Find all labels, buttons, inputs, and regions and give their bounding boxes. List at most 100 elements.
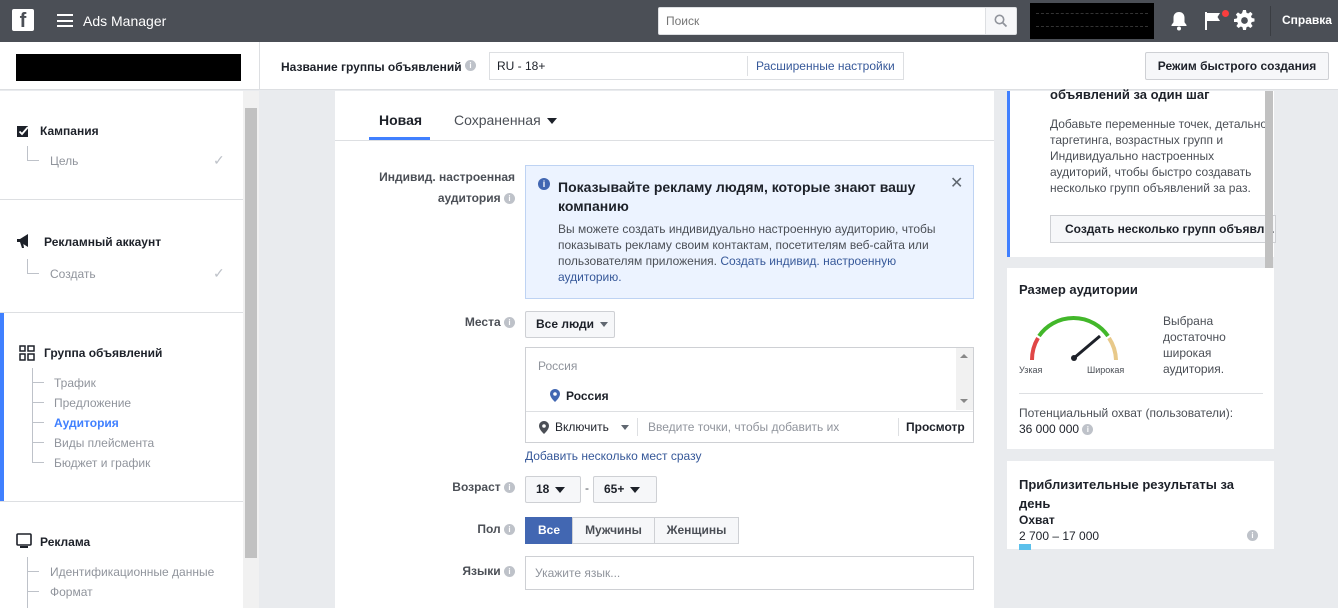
tip-body: Вы можете создать индивидуально настроен…: [558, 221, 958, 285]
sidebar-item-objective[interactable]: Цель: [50, 154, 78, 168]
chevron-down-icon: [621, 425, 629, 430]
custom-audience-label-text: Индивид. настроенная аудитория: [379, 170, 515, 205]
multi-adset-title: объявлений за один шаг: [1050, 87, 1210, 102]
adset-name-value[interactable]: RU - 18+: [497, 59, 545, 73]
ad-monitor-icon: [16, 533, 32, 549]
tab-saved-label: Сохраненная: [454, 112, 541, 128]
sidebar-item-audience[interactable]: Аудитория: [54, 416, 119, 430]
add-multiple-locations-link[interactable]: Добавить несколько мест сразу: [525, 449, 701, 463]
sidebar-item-identity[interactable]: Идентификационные данные: [50, 565, 214, 579]
sidebar-item-create[interactable]: Создать: [50, 267, 96, 281]
field-divider: [898, 418, 899, 436]
gender-label: Пол i: [365, 519, 515, 540]
places-label-text: Места: [465, 315, 501, 329]
quick-create-button[interactable]: Режим быстрого создания: [1145, 52, 1329, 80]
sidebar-item-traffic[interactable]: Трафик: [54, 376, 96, 390]
tabs-divider: [335, 140, 994, 141]
campaign-checkbox-icon: [16, 124, 30, 138]
sidebar-scrollbar-thumb[interactable]: [245, 108, 257, 558]
chevron-down-icon: [600, 322, 608, 327]
menu-icon[interactable]: [57, 14, 73, 27]
sidebar-item-budget[interactable]: Бюджет и график: [54, 456, 150, 470]
info-icon: i: [538, 178, 550, 190]
header-divider: [259, 42, 260, 90]
reach-bar: [1019, 544, 1031, 550]
completed-check-icon: ✓: [213, 265, 225, 282]
advanced-settings-link[interactable]: Расширенные настройки: [756, 59, 895, 73]
multi-adset-text: Добавьте переменные точек, детально тарг…: [1050, 116, 1275, 196]
field-divider: [637, 418, 638, 436]
create-multiple-adsets-button[interactable]: Создать несколько групп объявл...: [1050, 215, 1276, 243]
chevron-down-icon: [547, 118, 557, 124]
info-icon[interactable]: i: [504, 566, 515, 577]
include-label: Включить: [555, 420, 609, 434]
languages-label-text: Языки: [462, 564, 500, 578]
adset-grid-icon: [19, 345, 35, 361]
gauge-wide-label: Широкая: [1087, 365, 1124, 375]
potential-reach-label: Потенциальный охват (пользователи):: [1019, 406, 1233, 420]
tree-line: [32, 422, 44, 423]
places-dropdown-value: Все люди: [536, 317, 594, 331]
audience-gauge: [1022, 308, 1126, 364]
include-dropdown[interactable]: Включить: [555, 420, 629, 434]
location-region-header: Россия: [538, 359, 577, 373]
search-icon: [994, 14, 1008, 28]
tab-new[interactable]: Новая: [379, 112, 422, 128]
tree-line: [32, 442, 44, 443]
reach-range: 2 700 – 17 000: [1019, 529, 1099, 543]
sidebar-ad-account-title[interactable]: Рекламный аккаунт: [44, 235, 161, 249]
info-icon[interactable]: i: [504, 193, 515, 204]
scroll-up-icon[interactable]: [960, 354, 968, 358]
age-max-dropdown[interactable]: 65+: [593, 476, 657, 503]
settings-gear-icon[interactable]: [1234, 10, 1255, 31]
gender-men-button[interactable]: Мужчины: [572, 517, 655, 544]
location-scrollbar[interactable]: [956, 348, 973, 410]
facebook-logo-icon[interactable]: f: [12, 9, 34, 31]
info-icon[interactable]: i: [504, 482, 515, 493]
sidebar-divider: [0, 312, 243, 313]
selected-location[interactable]: Россия: [566, 389, 609, 403]
browse-button[interactable]: Просмотр: [906, 420, 965, 434]
languages-placeholder: Укажите язык...: [535, 566, 620, 580]
potential-reach-value: 36 000 000 i: [1019, 422, 1093, 436]
flag-icon[interactable]: [1204, 11, 1222, 31]
account-selector[interactable]: [1030, 3, 1154, 39]
sidebar-item-placements[interactable]: Виды плейсмента: [54, 436, 154, 450]
info-icon[interactable]: i: [504, 317, 515, 328]
location-pin-icon: [539, 421, 549, 434]
gender-all-button[interactable]: Все: [525, 517, 573, 544]
tree-line: [27, 146, 28, 160]
search-button[interactable]: [985, 7, 1017, 35]
scroll-down-icon[interactable]: [960, 399, 968, 403]
field-divider: [747, 56, 748, 76]
info-icon[interactable]: i: [1082, 424, 1093, 435]
chevron-down-icon: [630, 487, 640, 493]
help-link[interactable]: Справка: [1282, 13, 1332, 27]
location-search-input[interactable]: Введите точки, чтобы добавить их: [648, 420, 839, 434]
gender-women-button[interactable]: Женщины: [654, 517, 739, 544]
audience-size-title: Размер аудитории: [1019, 282, 1138, 297]
tab-saved[interactable]: Сохраненная: [454, 112, 557, 128]
age-min-dropdown[interactable]: 18: [525, 476, 581, 503]
info-icon[interactable]: i: [465, 60, 476, 71]
sidebar-ad-title[interactable]: Реклама: [40, 535, 90, 549]
age-range-dash: -: [585, 481, 589, 495]
sidebar-item-offer[interactable]: Предложение: [54, 396, 131, 410]
search-input[interactable]: [658, 7, 986, 35]
close-icon[interactable]: ✕: [950, 173, 963, 193]
account-name-redacted: [16, 54, 241, 81]
notifications-bell-icon[interactable]: [1170, 11, 1188, 31]
sidebar-adset-title[interactable]: Группа объявлений: [44, 346, 162, 360]
topbar-divider: [1270, 6, 1271, 36]
tree-line: [32, 462, 44, 463]
sidebar-item-format[interactable]: Формат: [50, 585, 93, 599]
age-label: Возраст i: [365, 477, 515, 498]
app-title[interactable]: Ads Manager: [83, 13, 166, 29]
info-icon[interactable]: i: [1247, 530, 1258, 541]
sidebar-campaign-title[interactable]: Кампания: [40, 124, 99, 138]
daily-results-title: Приблизительные результаты за день: [1019, 475, 1264, 513]
places-dropdown[interactable]: Все люди: [525, 311, 615, 338]
info-icon[interactable]: i: [504, 524, 515, 535]
gauge-narrow-label: Узкая: [1019, 365, 1042, 375]
tree-line: [27, 259, 28, 273]
